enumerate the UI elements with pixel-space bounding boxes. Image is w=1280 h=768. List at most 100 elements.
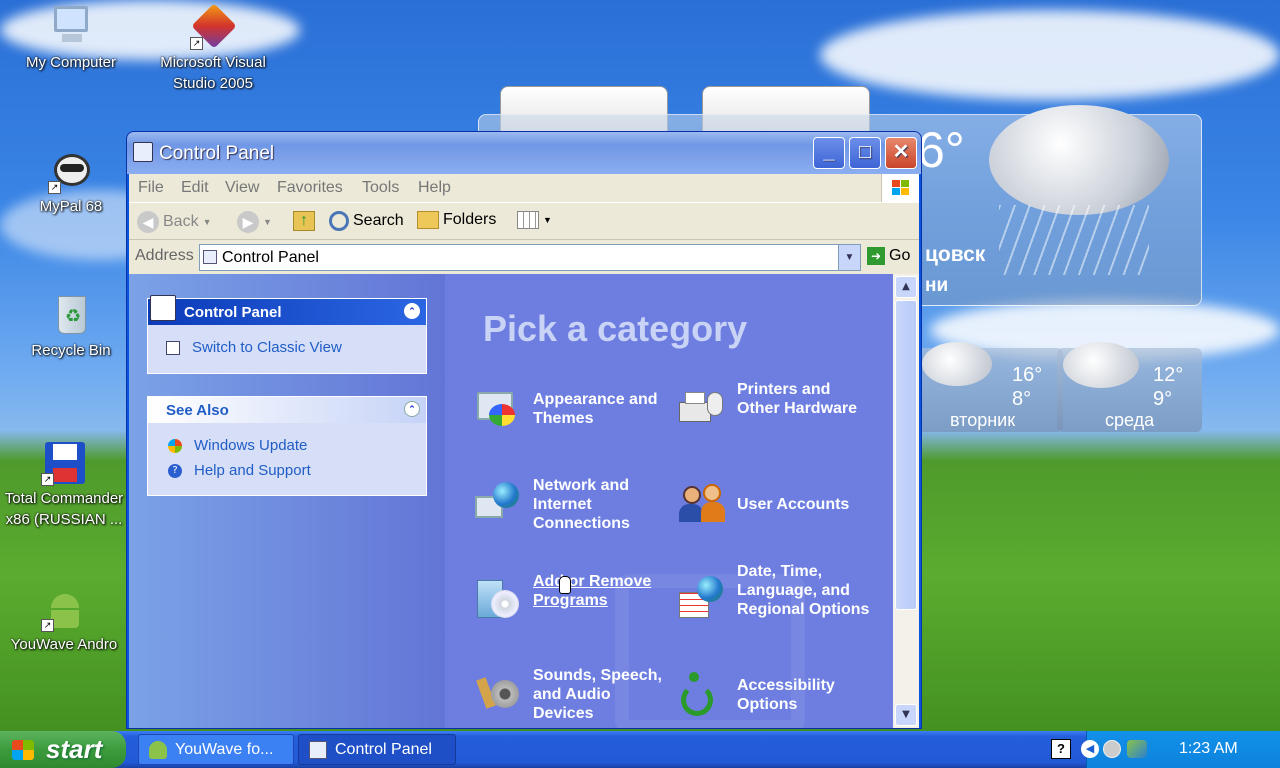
menu-edit[interactable]: Edit <box>181 179 209 197</box>
collapse-chevron-icon[interactable]: ⌃ <box>404 303 420 319</box>
dropdown-arrow-icon: ▼ <box>543 215 552 225</box>
visual-studio-icon: ↗ <box>190 3 237 50</box>
up-folder-button[interactable]: ↑ <box>293 211 315 231</box>
task-box-title: Control Panel <box>184 304 282 321</box>
category-label: Sounds, Speech, and Audio Devices <box>533 667 662 722</box>
toolbar: ◀ Back ▼ ▶ ▼ ↑ Search Folders ▼ <box>129 202 919 240</box>
control-panel-small-icon <box>203 250 217 264</box>
desktop-icon-label: MyPal 68 <box>39 198 103 215</box>
menu-bar: File Edit View Favorites Tools Help <box>129 174 919 202</box>
menu-favorites[interactable]: Favorites <box>277 179 343 197</box>
add-remove-icon <box>475 576 521 622</box>
cloud-icon <box>922 342 992 386</box>
menu-view[interactable]: View <box>225 179 259 197</box>
menu-tools[interactable]: Tools <box>362 179 399 197</box>
up-folder-icon: ↑ <box>293 211 315 231</box>
day-high: 16° <box>1012 364 1043 386</box>
windows-flag-icon <box>12 740 34 760</box>
control-panel-task-box: Control Panel ⌃ Switch to Classic View <box>147 295 427 374</box>
address-input[interactable]: Control Panel ▼ <box>199 244 861 271</box>
dropdown-arrow-icon[interactable]: ▼ <box>838 245 860 270</box>
category-label: User Accounts <box>737 496 850 513</box>
vertical-scrollbar[interactable]: ▲ ▼ <box>893 274 919 728</box>
android-icon <box>149 741 167 759</box>
menu-help[interactable]: Help <box>418 179 451 197</box>
category-label: Appearance and Themes <box>533 391 658 427</box>
views-button[interactable]: ▼ <box>517 211 552 229</box>
desktop-icon-recycle-bin[interactable]: ♻ Recycle Bin <box>6 292 136 361</box>
see-also-header[interactable]: See Also ⌃ <box>148 397 426 423</box>
minimize-button[interactable]: _ <box>813 137 845 169</box>
desktop-icon-youwave[interactable]: ↗ YouWave Andro <box>2 586 126 655</box>
desktop-icon-my-computer[interactable]: My Computer <box>6 4 136 73</box>
day-low: 9° <box>1153 388 1173 410</box>
control-panel-icon <box>133 142 153 162</box>
day-high: 12° <box>1153 364 1184 386</box>
close-button[interactable]: ✕ <box>885 137 917 169</box>
scroll-down-button[interactable]: ▼ <box>895 704 917 726</box>
system-tray: ? ◀ 1:23 AM <box>1051 731 1280 768</box>
dropdown-arrow-icon: ▼ <box>263 217 272 227</box>
collapse-chevron-icon[interactable]: ⌃ <box>404 401 420 417</box>
address-label: Address <box>135 247 194 264</box>
windows-update-link[interactable]: Windows Update <box>194 437 307 454</box>
day-low: 8° <box>1012 388 1032 410</box>
day-name: среда <box>1105 410 1155 430</box>
category-label: Printers and Other Hardware <box>737 381 858 417</box>
taskbar-item-control-panel[interactable]: Control Panel <box>298 734 456 765</box>
category-label: Add or Remove Programs <box>533 573 652 609</box>
desktop-icon-total-commander[interactable]: ↗ Total Commander x86 (RUSSIAN ... <box>2 440 126 530</box>
pick-category-heading: Pick a category <box>483 308 748 349</box>
go-button[interactable]: ➜ Go <box>867 247 910 265</box>
go-label: Go <box>889 247 911 264</box>
task-box-header[interactable]: Control Panel ⌃ <box>148 295 426 325</box>
taskbar-item-youwave[interactable]: YouWave fo... <box>138 734 294 765</box>
scroll-thumb[interactable] <box>895 300 917 610</box>
back-button[interactable]: ◀ Back ▼ <box>137 211 212 233</box>
dropdown-arrow-icon: ▼ <box>202 217 212 227</box>
start-label: start <box>46 734 103 764</box>
desktop-icon-label: My Computer <box>25 54 117 71</box>
help-and-support-link[interactable]: Help and Support <box>194 462 311 479</box>
content-area: Control Panel ⌃ Switch to Classic View S… <box>129 274 919 728</box>
appearance-icon <box>475 386 521 432</box>
title-bar[interactable]: Control Panel _ □ ✕ <box>127 132 921 174</box>
folders-button[interactable]: Folders <box>417 211 496 229</box>
start-button[interactable]: start <box>0 731 126 768</box>
printer-icon <box>679 386 725 432</box>
scroll-up-button[interactable]: ▲ <box>895 276 917 298</box>
menu-file[interactable]: File <box>138 179 164 197</box>
desktop-icon-label: YouWave Andro <box>10 636 118 653</box>
desktop-icon-mypal[interactable]: ↗ MyPal 68 <box>6 148 136 217</box>
desktop-icon-label: Microsoft Visual Studio 2005 <box>160 54 266 92</box>
maximize-button[interactable]: □ <box>849 137 881 169</box>
cloud-icon <box>1063 342 1139 388</box>
network-icon <box>475 480 521 526</box>
accessibility-icon <box>679 670 725 716</box>
taskbar: start YouWave fo... Control Panel ? ◀ 1:… <box>0 731 1280 768</box>
forward-arrow-icon: ▶ <box>237 211 259 233</box>
classic-view-icon <box>166 341 180 355</box>
desktop-icon-visual-studio[interactable]: ↗ Microsoft Visual Studio 2005 <box>148 3 278 94</box>
forward-button[interactable]: ▶ ▼ <box>237 211 272 233</box>
windows-update-icon <box>168 439 182 453</box>
network-tray-icon[interactable] <box>1103 740 1121 758</box>
search-label: Search <box>353 212 404 229</box>
help-tray-icon[interactable]: ? <box>1051 739 1071 759</box>
clock[interactable]: 1:23 AM <box>1179 740 1238 758</box>
rain-cloud-icon <box>959 85 1199 285</box>
search-button[interactable]: Search <box>329 211 404 231</box>
recycle-bin-icon: ♻ <box>48 292 94 338</box>
see-also-box: See Also ⌃ Windows Update ? Help and Sup… <box>147 396 427 496</box>
calendar-globe-icon <box>679 576 725 622</box>
category-label: Accessibility Options <box>737 677 835 713</box>
show-hidden-icons-button[interactable]: ◀ <box>1081 740 1099 758</box>
weather-subtitle: ни <box>925 275 949 296</box>
switch-classic-view-link[interactable]: Switch to Classic View <box>192 339 342 356</box>
speaker-icon <box>475 670 521 716</box>
views-grid-icon <box>517 211 539 229</box>
weather-temp: 6° <box>917 122 965 178</box>
control-panel-icon <box>150 295 176 321</box>
weather-tray-icon[interactable] <box>1127 740 1147 758</box>
folders-icon <box>417 211 439 229</box>
